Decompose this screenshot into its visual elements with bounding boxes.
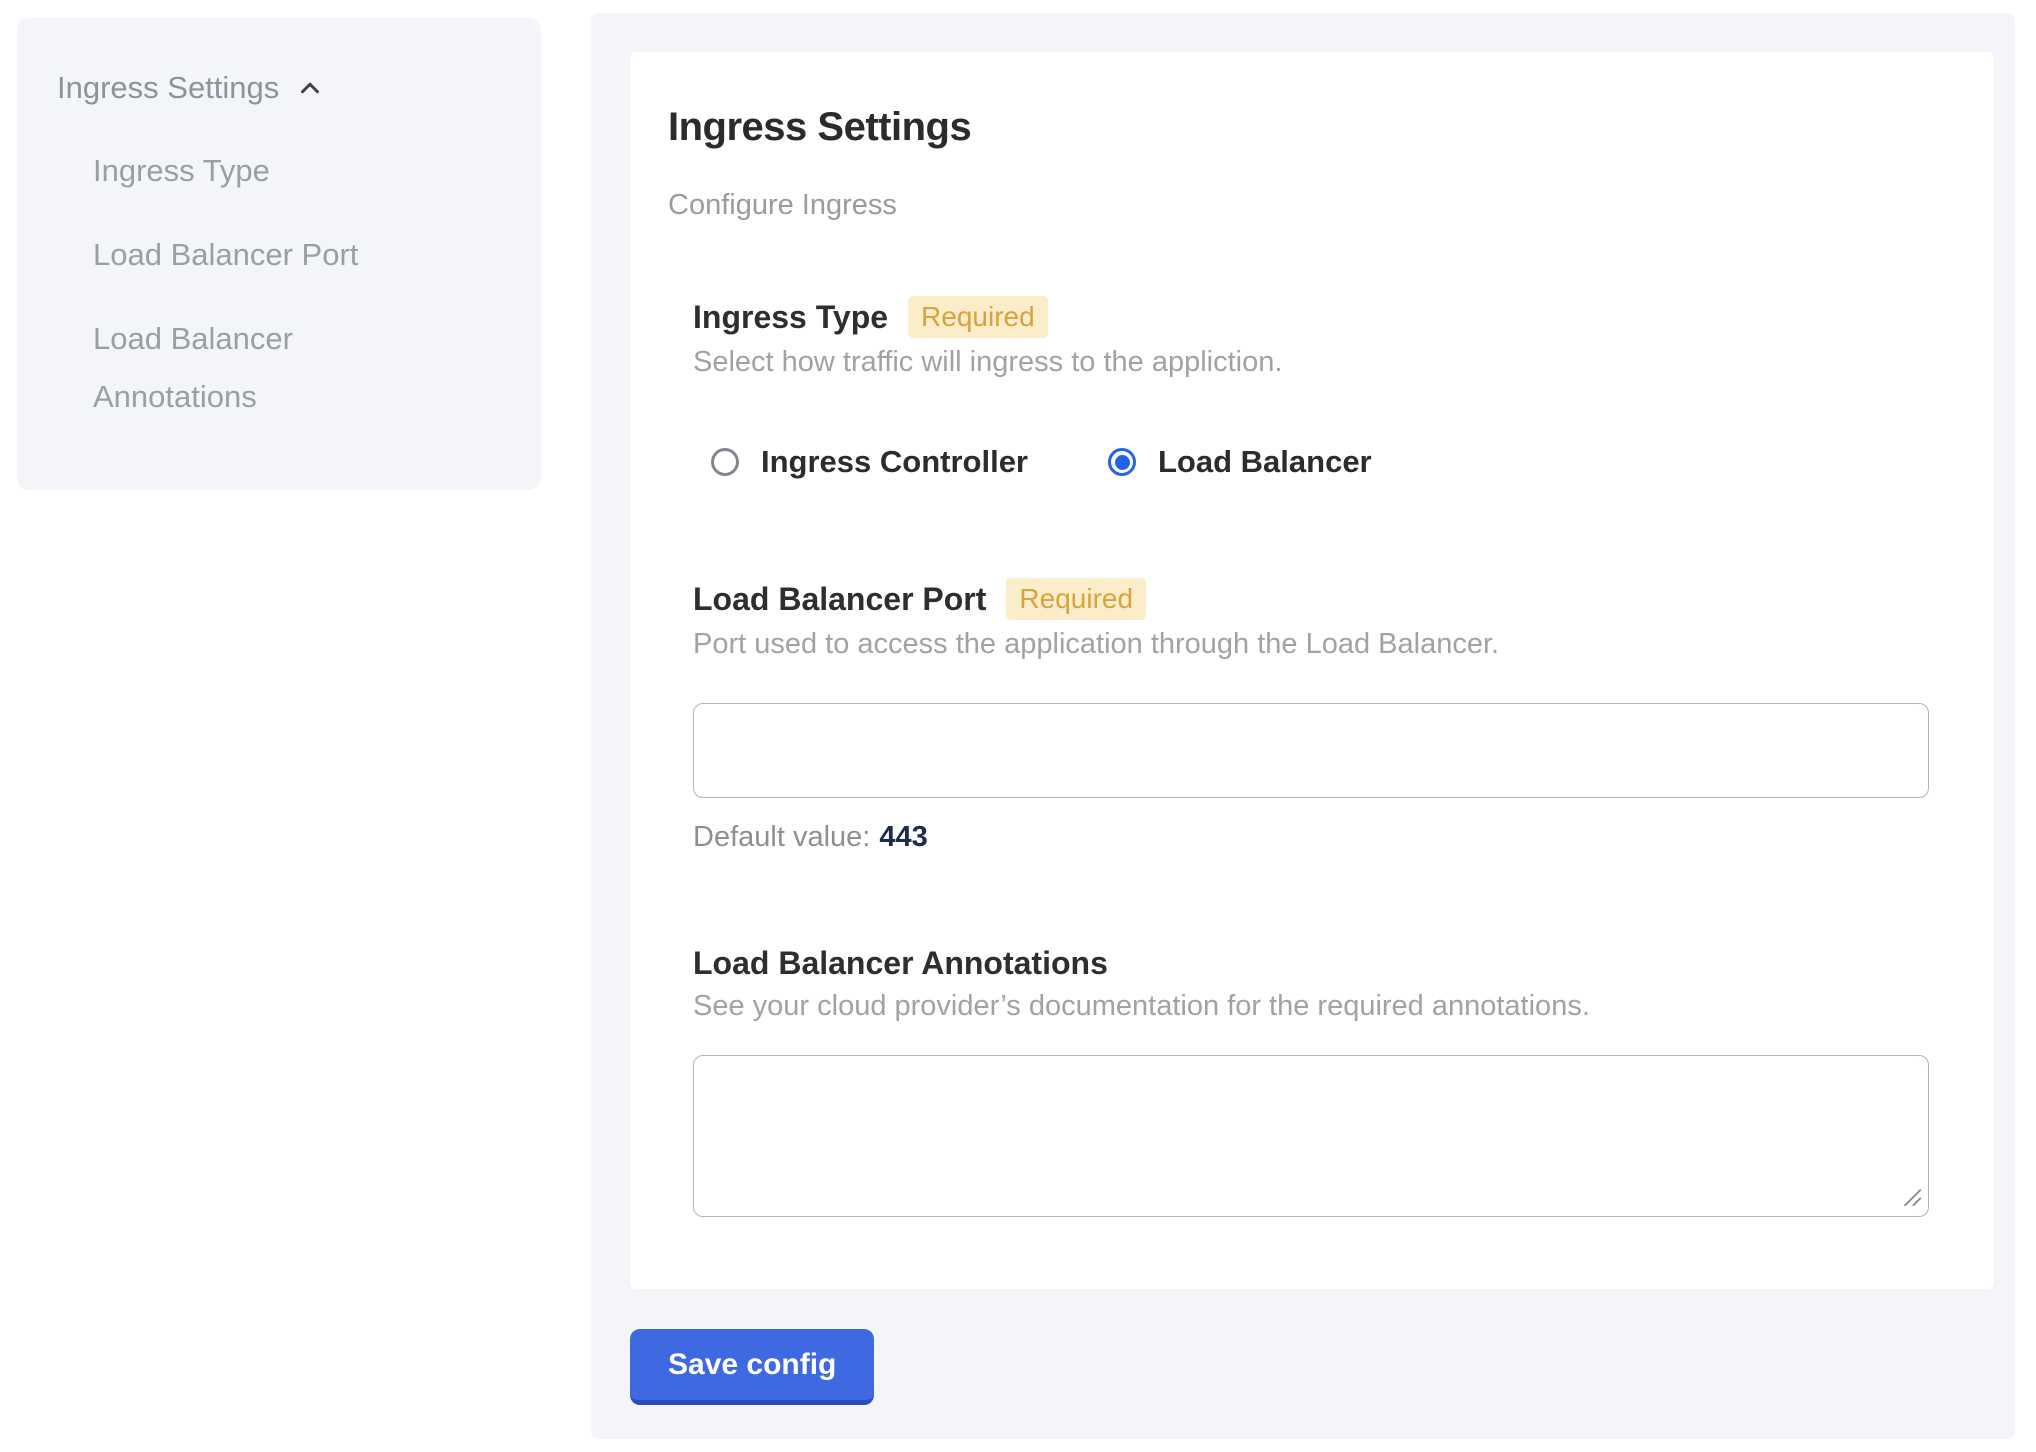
- load-balancer-annotations-help: See your cloud provider’s documentation …: [693, 989, 1944, 1023]
- page-title: Ingress Settings: [668, 104, 1944, 150]
- load-balancer-annotations-label: Load Balancer Annotations: [693, 944, 1108, 982]
- config-sidebar: Ingress Settings Ingress Type Load Balan…: [17, 18, 541, 490]
- field-load-balancer-port: Load Balancer Port Required Port used to…: [693, 578, 1944, 854]
- radio-ingress-controller[interactable]: Ingress Controller: [711, 444, 1028, 480]
- field-load-balancer-annotations: Load Balancer Annotations See your cloud…: [693, 944, 1944, 1217]
- annotations-textarea-wrap: [693, 1055, 1929, 1217]
- sidebar-item-load-balancer-annotations[interactable]: Load Balancer Annotations: [93, 310, 417, 426]
- chevron-up-icon: [295, 73, 325, 103]
- ingress-settings-card: Ingress Settings Configure Ingress Ingre…: [630, 52, 1994, 1289]
- load-balancer-port-input[interactable]: [693, 703, 1929, 798]
- required-badge: Required: [1006, 578, 1146, 620]
- sidebar-group-ingress-settings[interactable]: Ingress Settings: [57, 70, 511, 106]
- radio-icon[interactable]: [1108, 448, 1136, 476]
- load-balancer-port-help: Port used to access the application thro…: [693, 627, 1944, 661]
- radio-load-balancer[interactable]: Load Balancer: [1108, 444, 1372, 480]
- sidebar-item-load-balancer-port[interactable]: Load Balancer Port: [93, 226, 417, 284]
- default-value: 443: [879, 821, 927, 853]
- load-balancer-port-label: Load Balancer Port: [693, 580, 986, 618]
- ingress-type-help: Select how traffic will ingress to the a…: [693, 345, 1944, 379]
- resize-handle-icon[interactable]: [1901, 1186, 1923, 1208]
- default-value-label: Default value:: [693, 821, 870, 853]
- radio-label: Load Balancer: [1158, 444, 1372, 480]
- sidebar-item-list: Ingress Type Load Balancer Port Load Bal…: [57, 142, 417, 426]
- sidebar-item-ingress-type[interactable]: Ingress Type: [93, 142, 417, 200]
- config-main-panel: Ingress Settings Configure Ingress Ingre…: [591, 13, 2015, 1439]
- required-badge: Required: [908, 296, 1048, 338]
- ingress-type-label: Ingress Type: [693, 298, 888, 336]
- page-subtitle: Configure Ingress: [668, 188, 1944, 222]
- save-config-button[interactable]: Save config: [630, 1329, 874, 1405]
- sidebar-group-label: Ingress Settings: [57, 70, 279, 106]
- ingress-type-radio-group: Ingress Controller Load Balancer: [693, 444, 1944, 480]
- radio-label: Ingress Controller: [761, 444, 1028, 480]
- radio-icon[interactable]: [711, 448, 739, 476]
- default-value-line: Default value: 443: [693, 820, 1944, 854]
- load-balancer-annotations-textarea[interactable]: [693, 1055, 1929, 1217]
- field-ingress-type: Ingress Type Required Select how traffic…: [693, 296, 1944, 480]
